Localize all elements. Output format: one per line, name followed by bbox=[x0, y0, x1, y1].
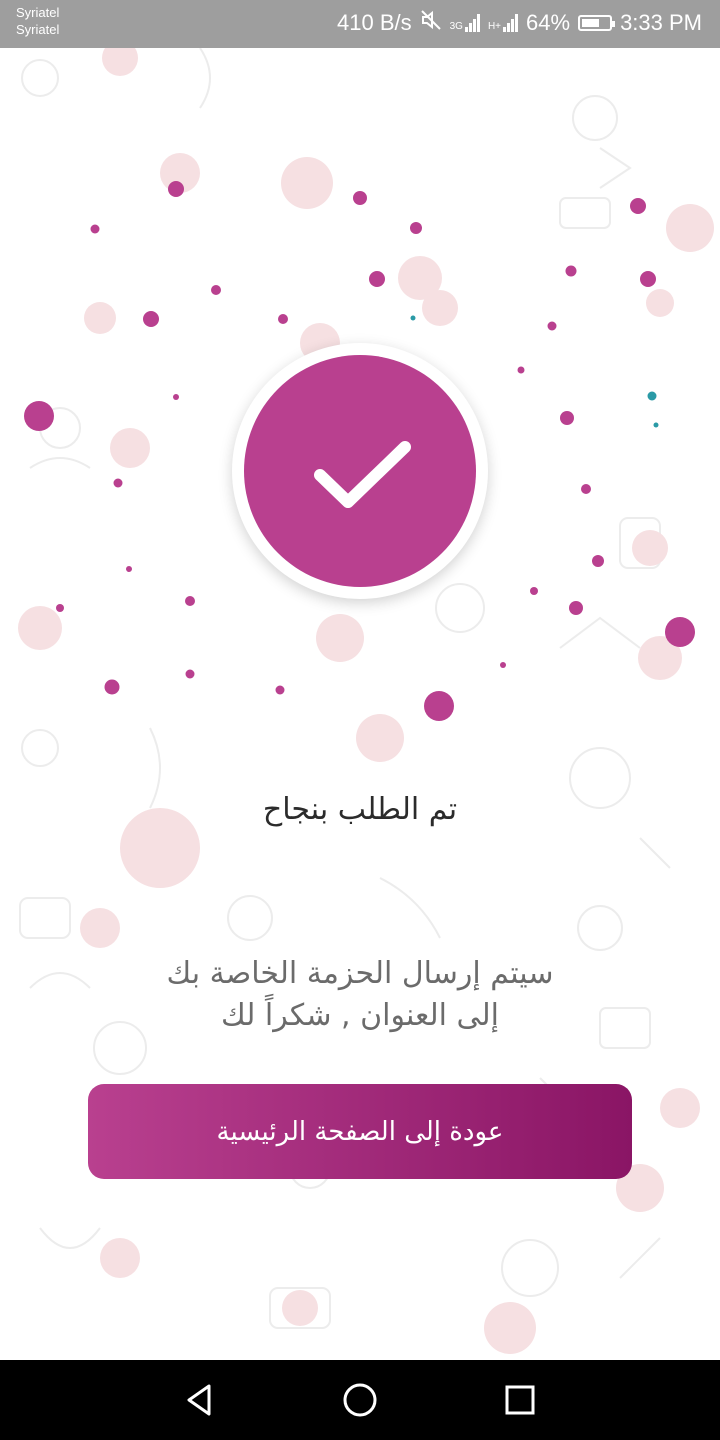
triangle-back-icon[interactable] bbox=[180, 1380, 220, 1420]
success-badge bbox=[232, 343, 488, 599]
back-to-home-button[interactable]: عودة إلى الصفحة الرئيسية bbox=[88, 1084, 632, 1179]
success-title: تم الطلب بنجاح bbox=[262, 792, 458, 827]
square-recents-icon[interactable] bbox=[500, 1380, 540, 1420]
circle-home-icon[interactable] bbox=[340, 1380, 380, 1420]
message-line-2: إلى العنوان , شكراً لك bbox=[220, 998, 500, 1033]
message-line-1: سيتم إرسال الحزمة الخاصة بك bbox=[166, 956, 554, 991]
check-icon bbox=[314, 441, 411, 508]
navigation-bar bbox=[0, 1360, 720, 1440]
success-message: سيتم إرسال الحزمة الخاصة بك إلى العنوان … bbox=[0, 953, 720, 1037]
success-circle bbox=[244, 355, 476, 587]
